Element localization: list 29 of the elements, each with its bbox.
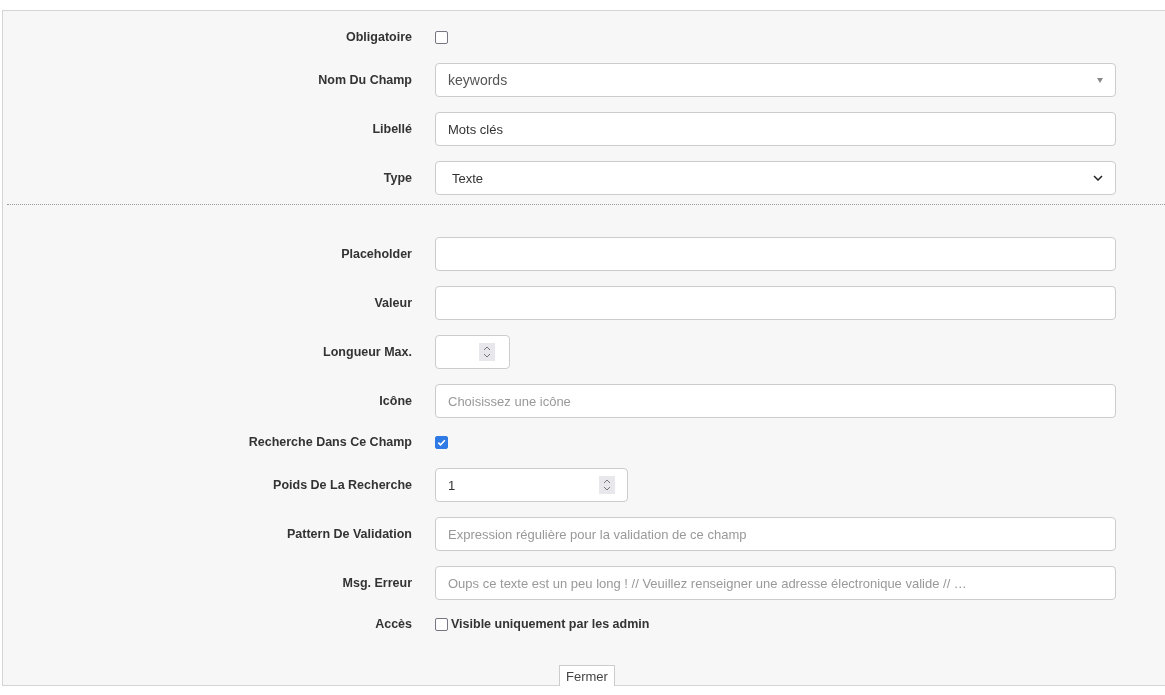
checkbox[interactable] bbox=[435, 617, 448, 631]
number-field[interactable]: 1 bbox=[435, 468, 628, 502]
dropdown-icon bbox=[1097, 77, 1103, 83]
field-label: Poids De La Recherche bbox=[272, 478, 412, 492]
field-label: Placeholder bbox=[340, 247, 412, 261]
field-label: Nom Du Champ bbox=[317, 73, 412, 87]
spinner-icon[interactable] bbox=[479, 343, 495, 361]
field-label: Icône bbox=[378, 394, 412, 408]
checkbox[interactable] bbox=[435, 435, 448, 449]
text-field[interactable]: Mots clés bbox=[435, 112, 1116, 146]
text-field[interactable] bbox=[435, 286, 1116, 320]
field-label: Obligatoire bbox=[345, 30, 412, 44]
field-label: Valeur bbox=[373, 296, 412, 310]
field-label: Accès bbox=[374, 617, 412, 631]
field-label: Libellé bbox=[371, 122, 412, 136]
checkbox-label: Visible uniquement par les admin bbox=[451, 617, 650, 631]
spinner-icon[interactable] bbox=[599, 476, 615, 494]
chevron-down-icon bbox=[1093, 175, 1103, 181]
checkbox[interactable] bbox=[435, 30, 448, 44]
field-label: Recherche Dans Ce Champ bbox=[247, 435, 412, 449]
number-field[interactable] bbox=[435, 335, 510, 369]
field-label: Longueur Max. bbox=[322, 345, 412, 359]
field-label: Msg. Erreur bbox=[341, 576, 412, 590]
close-button[interactable]: Fermer bbox=[559, 665, 615, 686]
text-field[interactable] bbox=[435, 237, 1116, 271]
combo-field[interactable]: keywords bbox=[435, 63, 1116, 97]
select-field[interactable]: Texte bbox=[435, 161, 1116, 195]
field-label: Type bbox=[382, 171, 412, 185]
field-label: Pattern De Validation bbox=[285, 527, 412, 541]
